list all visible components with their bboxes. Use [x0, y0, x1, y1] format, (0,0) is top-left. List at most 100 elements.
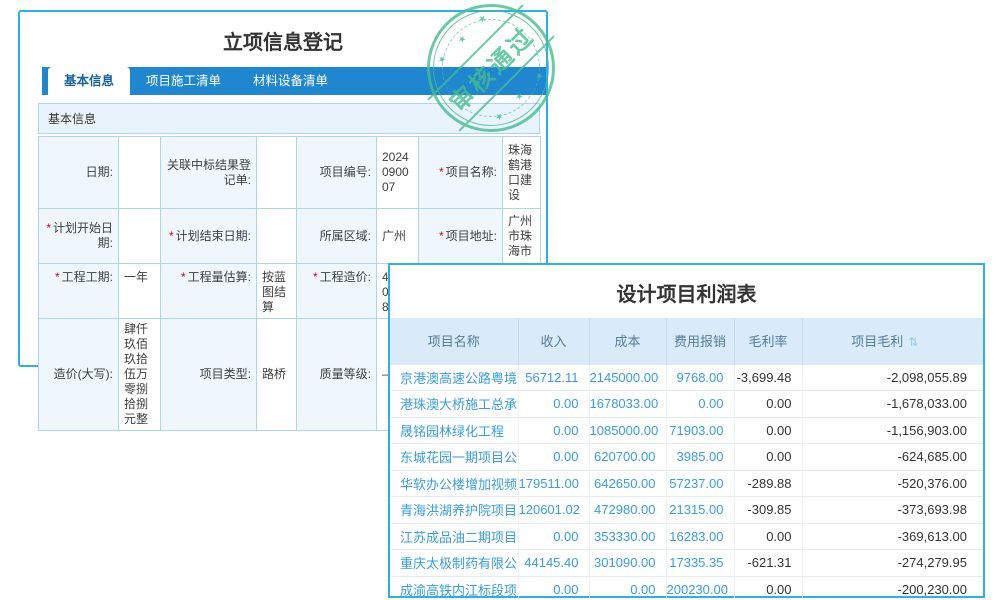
field-value[interactable]: 路桥: [257, 319, 297, 431]
column-header-5[interactable]: 项目毛利⇅: [802, 318, 983, 364]
table-row: 江苏成品油二期项目一标段0.00353330.0016283.000.00-36…: [390, 523, 983, 550]
profit-value: -2,098,055.89: [802, 364, 983, 391]
income-value: 120601.02: [518, 497, 589, 524]
field-label: 造价(大写):: [39, 319, 119, 431]
income-value: 0.00: [518, 523, 589, 550]
project-name-link[interactable]: 成渝高铁内江标段项目: [390, 576, 518, 600]
field-value[interactable]: [119, 137, 161, 209]
section-header: 基本信息: [38, 103, 540, 134]
field-value[interactable]: 广州: [377, 209, 419, 264]
profit-value: -624,685.00: [802, 444, 983, 471]
project-name-link[interactable]: 华软办公楼增加视频监控项: [390, 470, 518, 497]
expense-value: 16283.00: [666, 523, 734, 550]
expense-value: 21315.00: [666, 497, 734, 524]
margin-value: 0.00: [734, 576, 802, 600]
cost-value: 1678033.00: [589, 391, 666, 418]
expense-value: 57237.00: [666, 470, 734, 497]
field-label: *工程造价:: [297, 264, 377, 319]
profit-value: -1,156,903.00: [802, 417, 983, 444]
field-label: *工程工期:: [39, 264, 119, 319]
tab-1[interactable]: 项目施工清单: [130, 67, 237, 95]
profit-table: 项目名称收入成本费用报销毛利率项目毛利⇅ 京港澳高速公路粤境韶关至56712.1…: [390, 318, 983, 600]
column-header-1[interactable]: 收入: [518, 318, 589, 364]
tab-0[interactable]: 基本信息: [48, 67, 130, 95]
expense-value: 200230.00: [666, 576, 734, 600]
column-header-0[interactable]: 项目名称: [390, 318, 518, 364]
table-row: 成渝高铁内江标段项目0.000.00200230.000.00-200,230.…: [390, 576, 983, 600]
project-name-link[interactable]: 港珠澳大桥施工总承包项目: [390, 391, 518, 418]
project-name-link[interactable]: 晟铭园林绿化工程: [390, 417, 518, 444]
expense-value: 71903.00: [666, 417, 734, 444]
required-asterisk-icon: *: [181, 270, 186, 284]
column-header-2[interactable]: 成本: [589, 318, 666, 364]
field-label: 所属区域:: [297, 209, 377, 264]
expense-value: 9768.00: [666, 364, 734, 391]
project-name-link[interactable]: 江苏成品油二期项目一标段: [390, 523, 518, 550]
margin-value: -3,699.48: [734, 364, 802, 391]
profit-value: -1,678,033.00: [802, 391, 983, 418]
profit-value: -520,376.00: [802, 470, 983, 497]
margin-value: 0.00: [734, 523, 802, 550]
field-label: 关联中标结果登记单:: [161, 137, 257, 209]
profit-title: 设计项目利润表: [390, 265, 983, 318]
field-value[interactable]: 广州市珠海市: [503, 209, 541, 264]
column-header-3[interactable]: 费用报销: [666, 318, 734, 364]
cost-value: 0.00: [589, 576, 666, 600]
field-label: *计划结束日期:: [161, 209, 257, 264]
tab-2[interactable]: 材料设备清单: [237, 67, 344, 95]
field-label: 日期:: [39, 137, 119, 209]
profit-panel: 设计项目利润表 项目名称收入成本费用报销毛利率项目毛利⇅ 京港澳高速公路粤境韶关…: [388, 263, 985, 598]
field-value[interactable]: [119, 209, 161, 264]
expense-value: 3985.00: [666, 444, 734, 471]
cost-value: 301090.00: [589, 550, 666, 577]
income-value: 179511.00: [518, 470, 589, 497]
field-value[interactable]: [257, 209, 297, 264]
field-value[interactable]: 按蓝图结算: [257, 264, 297, 319]
project-name-link[interactable]: 东城花园一期项目公寓大堂: [390, 444, 518, 471]
margin-value: 0.00: [734, 444, 802, 471]
cost-value: 353330.00: [589, 523, 666, 550]
form-row: *计划开始日期:*计划结束日期:所属区域:广州*项目地址:广州市珠海市: [39, 209, 541, 264]
field-label: *项目地址:: [419, 209, 503, 264]
field-label: 质量等级:: [297, 319, 377, 431]
table-row: 青海洪湖养护院项目120601.02472980.0021315.00-309.…: [390, 497, 983, 524]
screen: 立项信息登记 基本信息项目施工清单材料设备清单 基本信息 日期:关联中标结果登记…: [0, 0, 1000, 600]
income-value: 56712.11: [518, 364, 589, 391]
table-row: 港珠澳大桥施工总承包项目0.001678033.000.000.00-1,678…: [390, 391, 983, 418]
field-value[interactable]: 珠海鹤港口建设: [503, 137, 541, 209]
profit-body: 京港澳高速公路粤境韶关至56712.112145000.009768.00-3,…: [390, 364, 983, 600]
cost-value: 642650.00: [589, 470, 666, 497]
required-asterisk-icon: *: [439, 165, 444, 179]
expense-value: 0.00: [666, 391, 734, 418]
field-value[interactable]: 2024090007: [377, 137, 419, 209]
sort-icon[interactable]: ⇅: [908, 335, 918, 349]
cost-value: 2145000.00: [589, 364, 666, 391]
column-header-4[interactable]: 毛利率: [734, 318, 802, 364]
income-value: 0.00: [518, 444, 589, 471]
form-row: 日期:关联中标结果登记单:项目编号:2024090007*项目名称:珠海鹤港口建…: [39, 137, 541, 209]
required-asterisk-icon: *: [439, 229, 444, 243]
field-value[interactable]: 肆仟玖佰玖拾伍万零捌拾捌元整: [119, 319, 161, 431]
margin-value: -309.85: [734, 497, 802, 524]
cost-value: 620700.00: [589, 444, 666, 471]
field-label: 项目类型:: [161, 319, 257, 431]
profit-header-row: 项目名称收入成本费用报销毛利率项目毛利⇅: [390, 318, 983, 364]
project-name-link[interactable]: 京港澳高速公路粤境韶关至: [390, 364, 518, 391]
cost-value: 1085000.00: [589, 417, 666, 444]
field-value[interactable]: 一年: [119, 264, 161, 319]
project-name-link[interactable]: 青海洪湖养护院项目: [390, 497, 518, 524]
margin-value: 0.00: [734, 417, 802, 444]
project-name-link[interactable]: 重庆太极制药有限公司亳州: [390, 550, 518, 577]
field-value[interactable]: [257, 137, 297, 209]
registration-title: 立项信息登记: [20, 12, 546, 65]
field-label: *项目名称:: [419, 137, 503, 209]
income-value: 0.00: [518, 576, 589, 600]
required-asterisk-icon: *: [313, 270, 318, 284]
profit-value: -274,279.95: [802, 550, 983, 577]
income-value: 0.00: [518, 391, 589, 418]
income-value: 44145.40: [518, 550, 589, 577]
expense-value: 17335.35: [666, 550, 734, 577]
required-asterisk-icon: *: [55, 270, 60, 284]
table-row: 重庆太极制药有限公司亳州44145.40301090.0017335.35-62…: [390, 550, 983, 577]
profit-value: -373,693.98: [802, 497, 983, 524]
